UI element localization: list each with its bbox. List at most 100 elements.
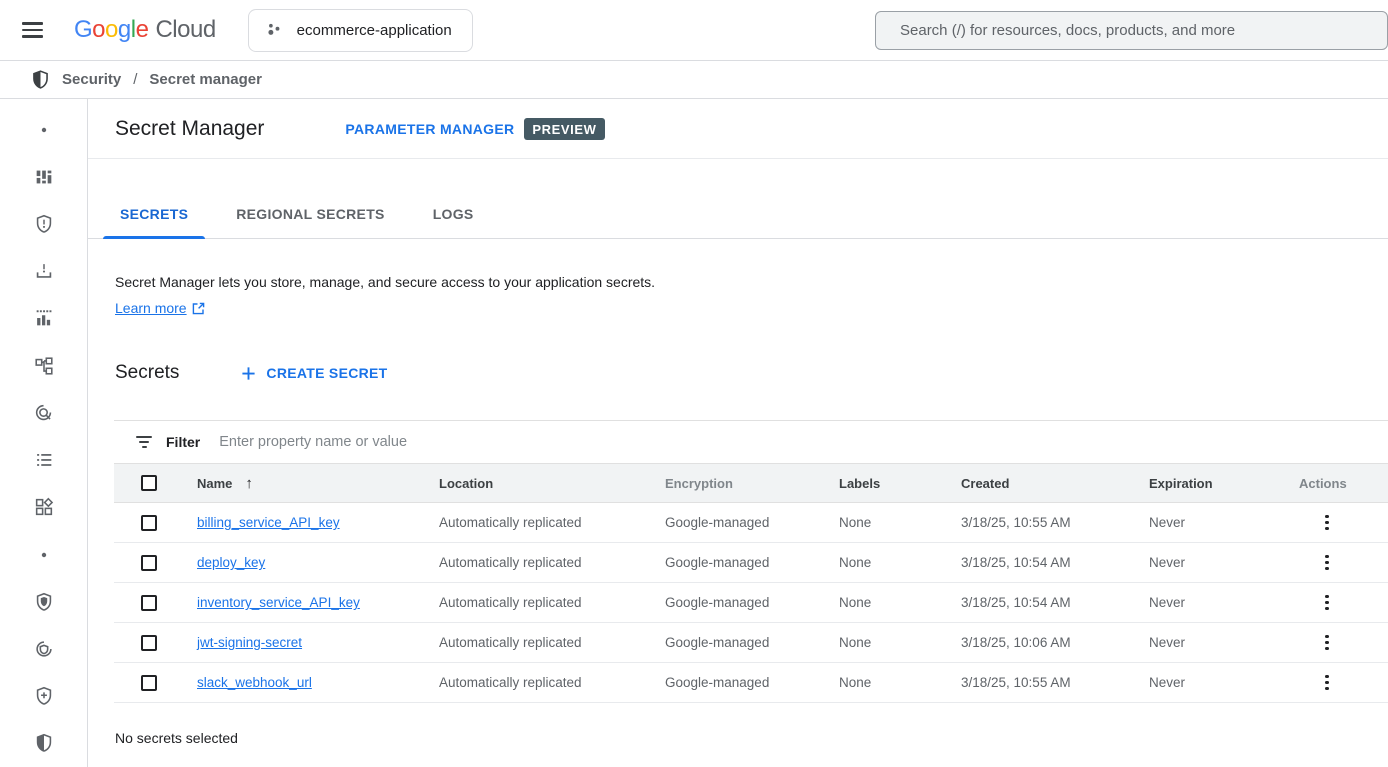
logo-cloud-text: Cloud	[155, 16, 215, 44]
preview-badge: PREVIEW	[524, 118, 604, 140]
logo-letter: G	[74, 16, 92, 44]
column-header-name[interactable]: Name↑	[197, 475, 439, 492]
secret-name-link[interactable]: inventory_service_API_key	[197, 595, 360, 610]
breadcrumb-current-page[interactable]: Secret manager	[149, 71, 262, 88]
hamburger-menu-icon[interactable]	[8, 6, 56, 54]
create-secret-label: CREATE SECRET	[266, 365, 387, 381]
logo-letter: e	[136, 16, 149, 44]
logo-letter: o	[105, 16, 118, 44]
create-secret-button[interactable]: CREATE SECRET	[241, 365, 387, 381]
table-row: slack_webhook_url Automatically replicat…	[114, 663, 1388, 703]
more-actions-icon[interactable]	[1314, 510, 1340, 536]
row-checkbox[interactable]	[141, 515, 157, 531]
main-content: Secret Manager PARAMETER MANAGER PREVIEW…	[88, 99, 1388, 767]
google-cloud-logo[interactable]: Google Cloud	[74, 16, 216, 44]
secrets-heading: Secrets	[115, 362, 179, 384]
logo-letter: o	[92, 16, 105, 44]
cell-created: 3/18/25, 10:06 AM	[961, 635, 1149, 650]
cell-labels: None	[839, 515, 961, 530]
project-selector[interactable]: ecommerce-application	[248, 9, 473, 52]
filter-input[interactable]	[219, 434, 1388, 450]
cell-created: 3/18/25, 10:55 AM	[961, 515, 1149, 530]
parameter-manager-link[interactable]: PARAMETER MANAGER	[345, 121, 514, 137]
cell-location: Automatically replicated	[439, 515, 665, 530]
column-header-labels: Labels	[839, 476, 961, 491]
intro-block: Secret Manager lets you store, manage, a…	[115, 269, 1388, 321]
tab-secrets[interactable]: SECRETS	[103, 206, 205, 238]
cell-labels: None	[839, 595, 961, 610]
security-nav-sidebar	[0, 99, 88, 767]
column-header-encryption: Encryption	[665, 476, 839, 491]
sort-ascending-icon: ↑	[245, 475, 253, 492]
row-checkbox[interactable]	[141, 555, 157, 571]
learn-more-label: Learn more	[115, 295, 187, 321]
column-header-expiration: Expiration	[1149, 476, 1299, 491]
security-health-shield-half-icon[interactable]	[20, 720, 68, 767]
table-row: deploy_key Automatically replicated Goog…	[114, 543, 1388, 583]
breadcrumb-separator: /	[132, 71, 138, 88]
secrets-table: Filter Name↑ Location Encryption Labels …	[114, 420, 1388, 703]
more-actions-icon[interactable]	[1314, 670, 1340, 696]
cell-location: Automatically replicated	[439, 675, 665, 690]
filter-label[interactable]: Filter	[166, 434, 200, 450]
table-row: inventory_service_API_key Automatically …	[114, 583, 1388, 623]
nav-dot-icon[interactable]	[20, 106, 68, 153]
row-checkbox[interactable]	[141, 675, 157, 691]
vulnerabilities-bar-chart-icon[interactable]	[20, 295, 68, 342]
learn-more-link[interactable]: Learn more	[115, 295, 205, 321]
secret-name-link[interactable]: billing_service_API_key	[197, 515, 340, 530]
threats-tray-alert-icon[interactable]	[20, 248, 68, 295]
plus-icon	[241, 366, 256, 381]
cell-encryption: Google-managed	[665, 555, 839, 570]
compliance-shield-circle-icon[interactable]	[20, 625, 68, 672]
sources-list-icon[interactable]	[20, 437, 68, 484]
cell-expiration: Never	[1149, 675, 1299, 690]
logo-letter: g	[118, 16, 131, 44]
cell-encryption: Google-managed	[665, 595, 839, 610]
tab-regional-secrets[interactable]: REGIONAL SECRETS	[219, 206, 401, 238]
cell-labels: None	[839, 675, 961, 690]
posture-apps-icon[interactable]	[20, 484, 68, 531]
tab-logs[interactable]: LOGS	[416, 206, 491, 238]
secret-name-link[interactable]: deploy_key	[197, 555, 265, 570]
secret-name-link[interactable]: slack_webhook_url	[197, 675, 312, 690]
page-header: Secret Manager PARAMETER MANAGER PREVIEW	[88, 99, 1388, 159]
top-app-bar: Google Cloud ecommerce-application	[0, 0, 1388, 61]
row-checkbox[interactable]	[141, 635, 157, 651]
cell-location: Automatically replicated	[439, 555, 665, 570]
column-header-actions: Actions	[1299, 476, 1388, 491]
findings-search-icon[interactable]	[20, 389, 68, 436]
more-actions-icon[interactable]	[1314, 630, 1340, 656]
search-input[interactable]	[900, 22, 1363, 39]
cell-encryption: Google-managed	[665, 675, 839, 690]
access-approval-shield-plus-icon[interactable]	[20, 673, 68, 720]
row-checkbox[interactable]	[141, 595, 157, 611]
cell-expiration: Never	[1149, 635, 1299, 650]
cell-labels: None	[839, 635, 961, 650]
more-actions-icon[interactable]	[1314, 550, 1340, 576]
table-row: billing_service_API_key Automatically re…	[114, 503, 1388, 543]
secret-name-link[interactable]: jwt-signing-secret	[197, 635, 302, 650]
breadcrumb-security-link[interactable]: Security	[62, 71, 121, 88]
more-actions-icon[interactable]	[1314, 590, 1340, 616]
external-link-icon	[192, 302, 205, 315]
risk-overview-shield-alert-icon[interactable]	[20, 200, 68, 247]
column-header-location: Location	[439, 476, 665, 491]
cell-encryption: Google-managed	[665, 515, 839, 530]
cell-created: 3/18/25, 10:54 AM	[961, 595, 1149, 610]
secret-manager-shield-icon[interactable]	[20, 578, 68, 625]
cell-expiration: Never	[1149, 555, 1299, 570]
project-icon	[263, 19, 285, 41]
cell-expiration: Never	[1149, 515, 1299, 530]
filter-icon[interactable]	[135, 436, 153, 448]
nav-dot-icon[interactable]	[20, 531, 68, 578]
intro-text: Secret Manager lets you store, manage, a…	[115, 269, 1388, 295]
assets-network-icon[interactable]	[20, 342, 68, 389]
cell-expiration: Never	[1149, 595, 1299, 610]
filter-bar: Filter	[114, 421, 1388, 463]
global-search[interactable]	[875, 11, 1388, 50]
column-header-created: Created	[961, 476, 1149, 491]
select-all-checkbox[interactable]	[141, 475, 157, 491]
cell-location: Automatically replicated	[439, 635, 665, 650]
security-command-center-icon[interactable]	[20, 153, 68, 200]
